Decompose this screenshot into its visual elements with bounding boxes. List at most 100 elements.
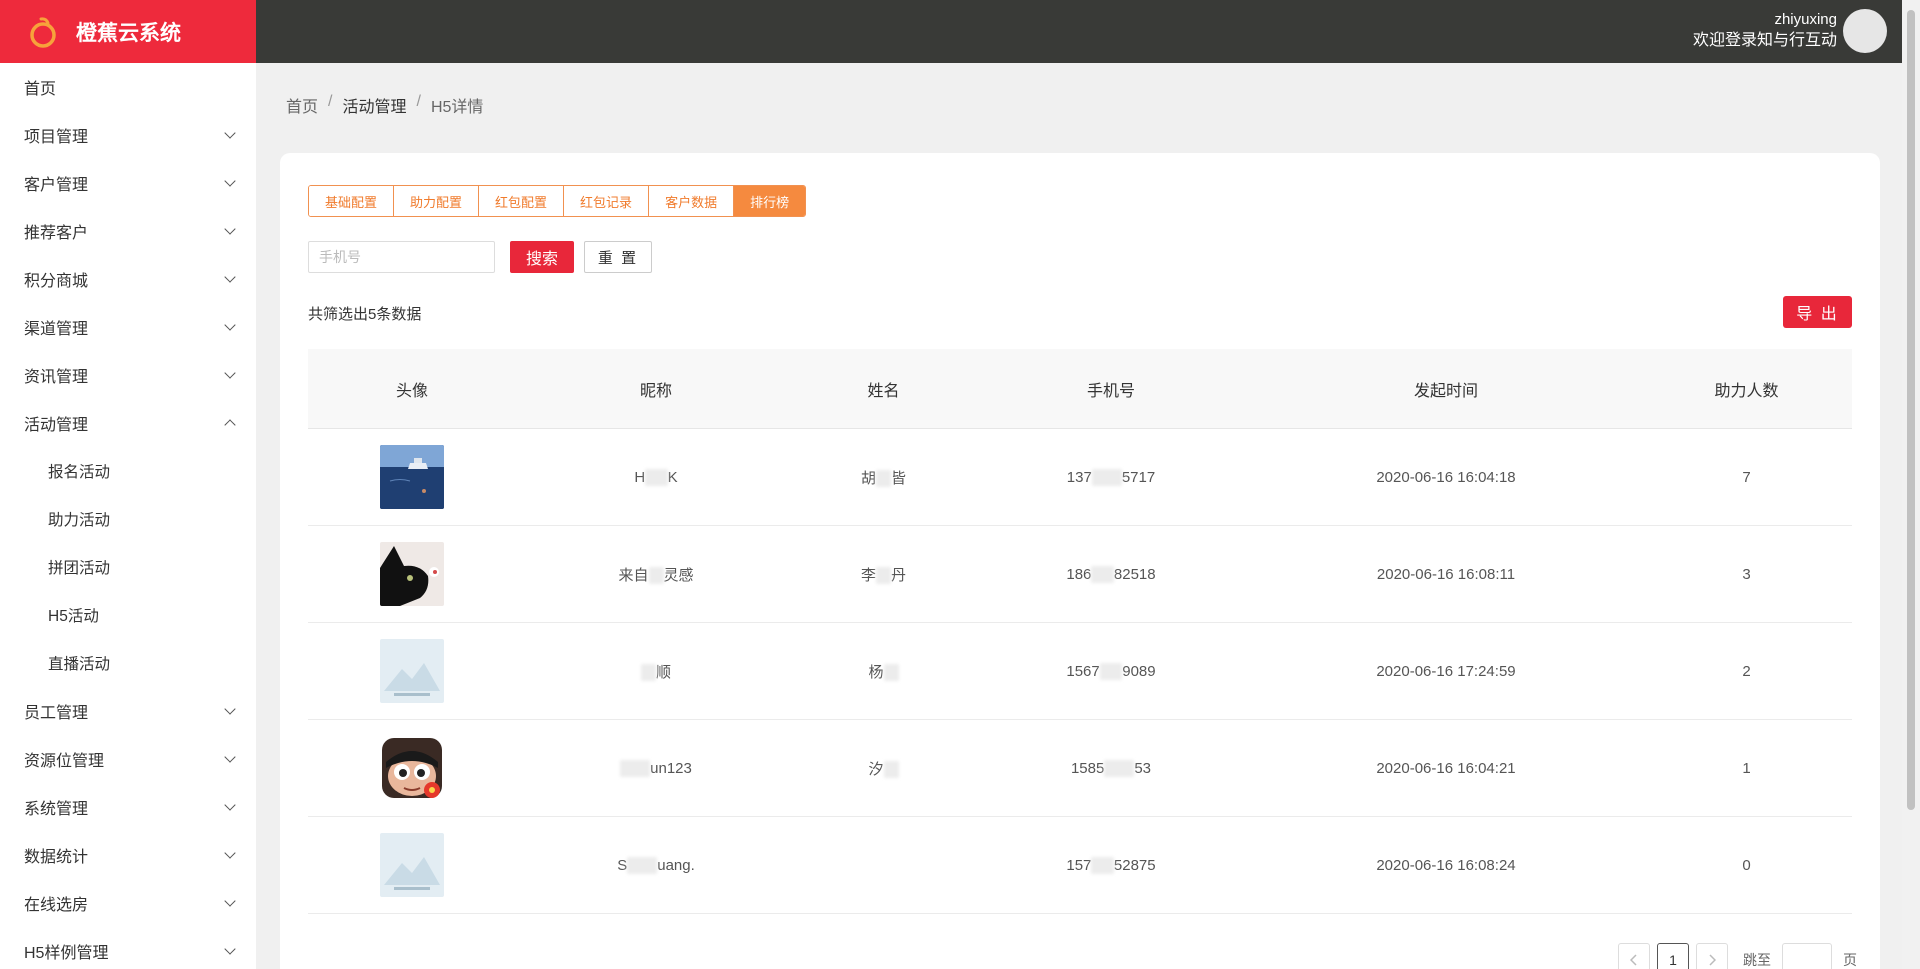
scrollbar-thumb[interactable] xyxy=(1907,10,1915,810)
chevron-left-icon xyxy=(1630,954,1637,966)
next-page-button[interactable] xyxy=(1696,943,1728,969)
scrollbar[interactable] xyxy=(1902,0,1920,969)
sidebar-item-label: 系统管理 xyxy=(24,801,89,818)
welcome-text: 欢迎登录知与行互动 xyxy=(1692,32,1837,49)
prev-page-button[interactable] xyxy=(1618,943,1650,969)
chevron-down-icon xyxy=(224,127,236,139)
chevron-down-icon xyxy=(224,319,236,331)
sidebar-item-customers[interactable]: 客户管理 xyxy=(0,159,256,207)
chevron-down-icon xyxy=(224,847,236,859)
sidebar-subitem-assist[interactable]: 助力活动 xyxy=(0,495,256,543)
placeholder-image-icon xyxy=(380,639,444,703)
name-cell: 杨xx xyxy=(796,661,971,682)
sidebar-item-online-room[interactable]: 在线选房 xyxy=(0,879,256,927)
name-cell: 汐xx xyxy=(796,758,971,779)
breadcrumb-home[interactable]: 首页 xyxy=(286,93,318,117)
sidebar-item-activities[interactable]: 活动管理 xyxy=(0,399,256,447)
nickname-cell: Sxxxxuang. xyxy=(617,856,695,874)
breadcrumb-separator: / xyxy=(328,93,333,110)
sidebar-subitem-label: 报名活动 xyxy=(48,464,111,481)
assist-count-cell: 3 xyxy=(1742,565,1751,583)
sidebar: 橙蕉云系统 首页 项目管理 客户管理 推荐客户 积分商城 渠道管理 资讯管理 活… xyxy=(0,0,256,969)
avatar-cell xyxy=(308,833,516,897)
assist-count-cell: 1 xyxy=(1742,759,1751,777)
sidebar-subitem-live[interactable]: 直播活动 xyxy=(0,639,256,687)
breadcrumb-section[interactable]: 活动管理 xyxy=(342,93,406,117)
placeholder-image-icon xyxy=(380,833,444,897)
name-cell: 李xx丹 xyxy=(860,566,907,584)
start-time-cell: 2020-06-16 16:08:11 xyxy=(1376,565,1516,583)
sidebar-item-statistics[interactable]: 数据统计 xyxy=(0,831,256,879)
chevron-down-icon xyxy=(224,703,236,715)
breadcrumb-current: H5详情 xyxy=(430,99,484,116)
cartoon-face-photo xyxy=(380,736,444,800)
table-header: 头像 昵称 姓名 手机号 发起时间 助力人数 xyxy=(308,349,1852,429)
sidebar-item-label: 渠道管理 xyxy=(24,321,89,338)
start-time-cell: 2020-06-16 17:24:59 xyxy=(1376,662,1516,680)
start-time-cell: 2020-06-16 16:08:24 xyxy=(1376,856,1516,874)
chevron-down-icon xyxy=(224,271,236,283)
assist-count-cell: 2 xyxy=(1742,662,1751,680)
phone-cell: 157xxx52875 xyxy=(1066,856,1156,874)
sidebar-item-channels[interactable]: 渠道管理 xyxy=(0,303,256,351)
sidebar-item-home[interactable]: 首页 xyxy=(0,63,256,111)
user-info[interactable]: zhiyuxing 欢迎登录知与行互动 xyxy=(1693,10,1837,52)
phone-cell: 137xxxx5717 xyxy=(1066,468,1156,486)
sidebar-item-referrals[interactable]: 推荐客户 xyxy=(0,207,256,255)
tab-leaderboard[interactable]: 排行榜 xyxy=(734,186,806,216)
chevron-down-icon xyxy=(224,367,236,379)
sidebar-item-system[interactable]: 系统管理 xyxy=(0,783,256,831)
sidebar-item-label: 在线选房 xyxy=(24,897,89,914)
nickname-cell: 来自xx灵感 xyxy=(618,566,694,584)
chevron-down-icon xyxy=(224,175,236,187)
sidebar-subitem-signup[interactable]: 报名活动 xyxy=(0,447,256,495)
breadcrumb: 首页 / 活动管理 / H5详情 xyxy=(286,93,483,117)
start-time-cell: 2020-06-16 16:04:18 xyxy=(1376,468,1516,486)
tab-bar: 基础配置 助力配置 红包配置 红包记录 客户数据 排行榜 xyxy=(308,185,807,217)
goto-label: 跳至 xyxy=(1743,952,1771,968)
pagination: 1 跳至 页 xyxy=(1618,943,1857,969)
avatar[interactable] xyxy=(1843,9,1887,53)
sidebar-item-label: 推荐客户 xyxy=(24,225,89,242)
sidebar-item-news[interactable]: 资讯管理 xyxy=(0,351,256,399)
sidebar-item-resource-slots[interactable]: 资源位管理 xyxy=(0,735,256,783)
sidebar-item-projects[interactable]: 项目管理 xyxy=(0,111,256,159)
page-number[interactable]: 1 xyxy=(1657,943,1689,969)
avatar-cell xyxy=(308,542,516,606)
black-cat-photo xyxy=(380,542,444,606)
nickname-cell: HxxxK xyxy=(634,468,678,486)
reset-button[interactable]: 重 置 xyxy=(584,241,652,273)
sidebar-item-label: 首页 xyxy=(24,81,57,98)
table-row: 来自xx灵感 李xx丹 186xxx82518 2020-06-16 16:08… xyxy=(308,526,1852,623)
chevron-up-icon xyxy=(224,419,236,431)
chevron-down-icon xyxy=(224,943,236,955)
sidebar-item-h5-samples[interactable]: H5样例管理 xyxy=(0,927,256,969)
avatar-cell xyxy=(308,445,516,509)
sidebar-subitem-group-buy[interactable]: 拼团活动 xyxy=(0,543,256,591)
column-header-assist-count: 助力人数 xyxy=(1714,382,1779,400)
sidebar-item-staff[interactable]: 员工管理 xyxy=(0,687,256,735)
table-row: Sxxxxuang. 157xxx52875 2020-06-16 16:08:… xyxy=(308,817,1852,914)
app-title: 橙蕉云系统 xyxy=(76,21,181,45)
sidebar-item-points-mall[interactable]: 积分商城 xyxy=(0,255,256,303)
search-button[interactable]: 搜索 xyxy=(510,241,574,273)
sidebar-item-label: 积分商城 xyxy=(24,273,89,290)
logo[interactable]: 橙蕉云系统 xyxy=(0,0,256,63)
sidebar-subitem-h5[interactable]: H5活动 xyxy=(0,591,256,639)
tab-customer-data[interactable]: 客户数据 xyxy=(649,186,735,216)
column-header-phone: 手机号 xyxy=(1086,382,1135,400)
tab-redpacket-config[interactable]: 红包配置 xyxy=(479,186,565,216)
ocean-boat-photo xyxy=(380,445,444,509)
sidebar-item-label: 资讯管理 xyxy=(24,369,89,386)
sidebar-subitem-label: 助力活动 xyxy=(48,512,111,529)
tab-assist-config[interactable]: 助力配置 xyxy=(394,186,480,216)
goto-page-input[interactable] xyxy=(1782,943,1832,969)
phone-search-input[interactable] xyxy=(308,241,495,273)
tab-redpacket-records[interactable]: 红包记录 xyxy=(564,186,650,216)
export-button[interactable]: 导 出 xyxy=(1783,296,1852,328)
chevron-down-icon xyxy=(224,895,236,907)
assist-count-cell: 7 xyxy=(1742,468,1751,486)
sidebar-item-label: 资源位管理 xyxy=(24,753,105,770)
nickname-cell: xxxxun123 xyxy=(516,759,796,777)
tab-basic-config[interactable]: 基础配置 xyxy=(309,186,395,216)
